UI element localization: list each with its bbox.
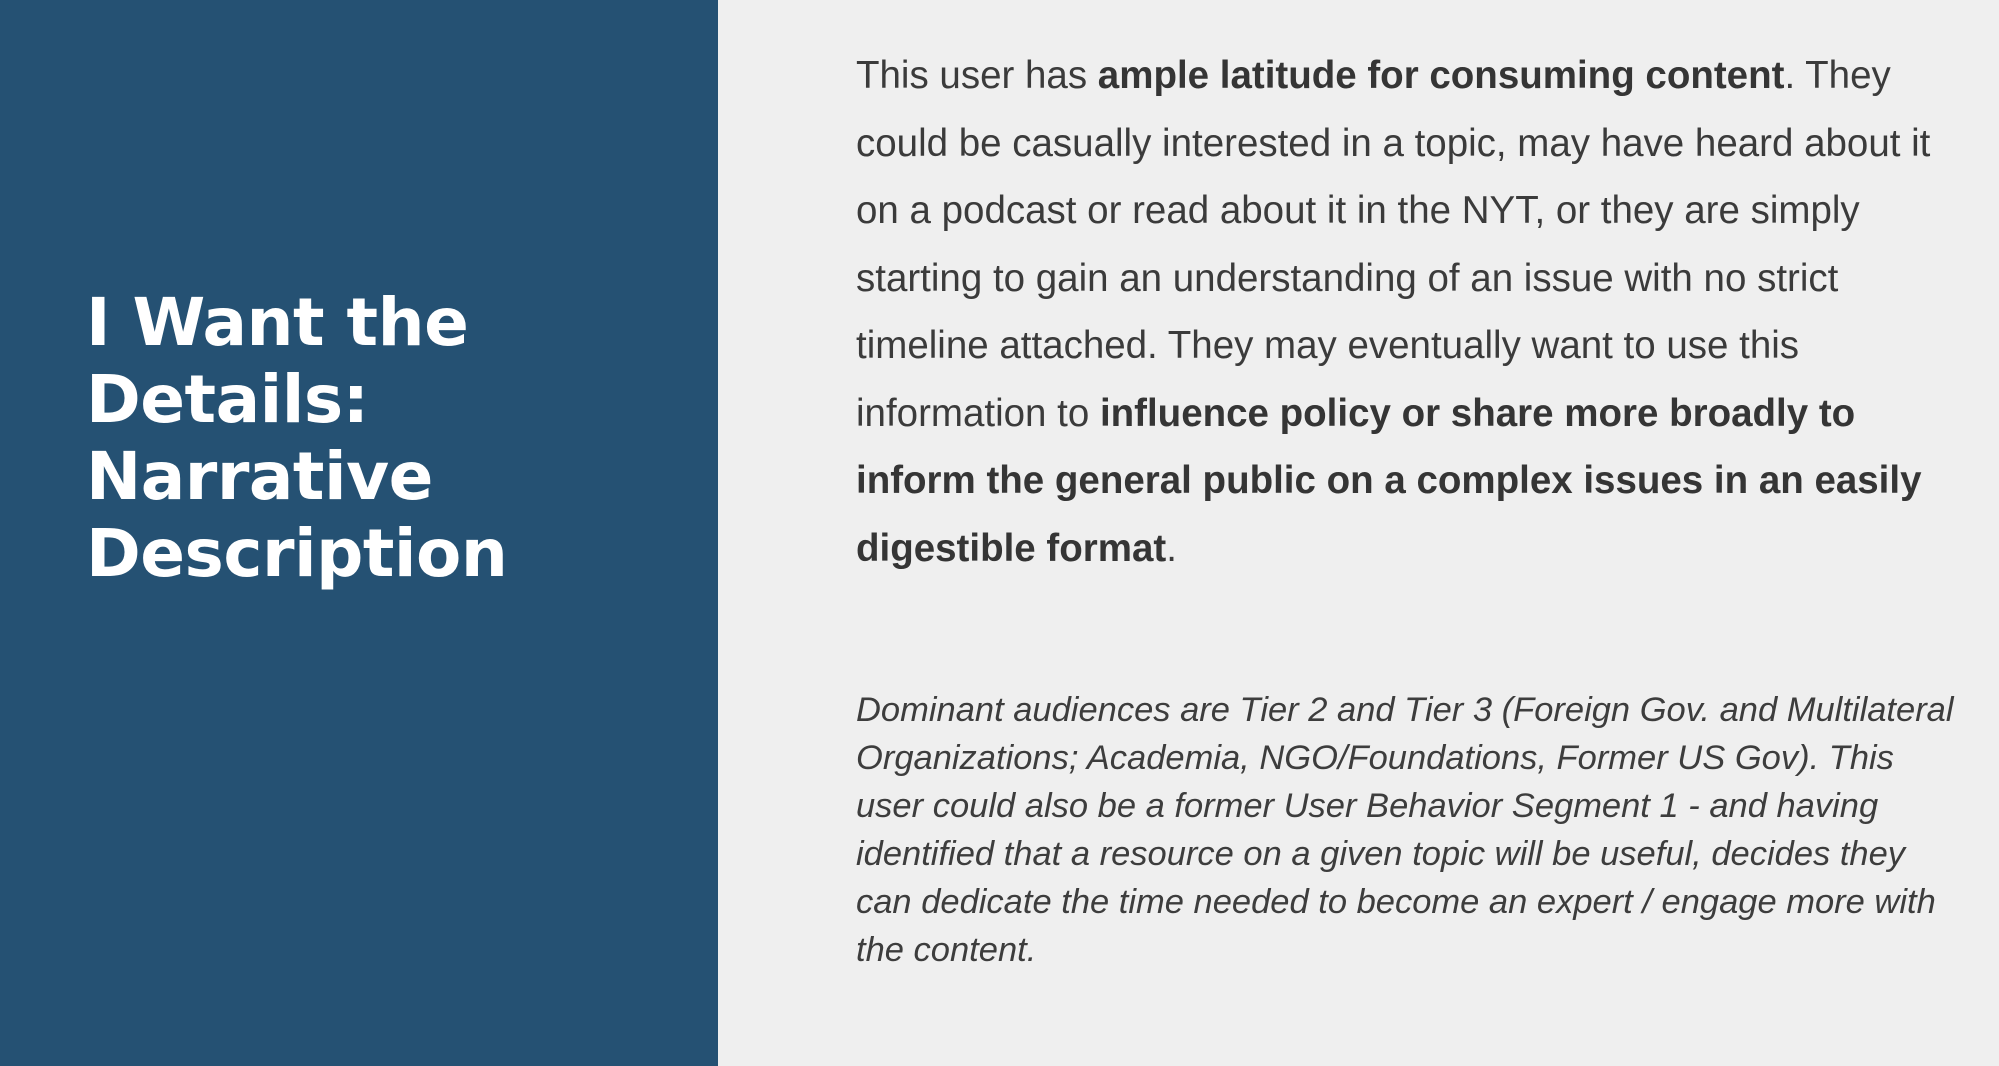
slide: I Want the Details: Narrative Descriptio… <box>0 0 1999 1066</box>
paragraph-bold-1: ample latitude for consuming content <box>1097 54 1785 97</box>
page-title: I Want the Details: Narrative Descriptio… <box>86 284 646 592</box>
content-panel: This user has ample latitude for consumi… <box>718 0 1999 1066</box>
title-line-4: Description <box>86 515 508 592</box>
title-line-2: Details: <box>86 361 369 438</box>
title-line-3: Narrative <box>86 438 433 515</box>
paragraph-text-3: . <box>1166 526 1177 570</box>
paragraph-text-1: This user has <box>856 54 1098 97</box>
title-line-1: I Want the <box>86 284 469 361</box>
audience-note: Dominant audiences are Tier 2 and Tier 3… <box>856 691 1954 969</box>
title-panel: I Want the Details: Narrative Descriptio… <box>0 0 718 1066</box>
narrative-paragraph: This user has ample latitude for consumi… <box>856 42 1946 582</box>
paragraph-text-2: . They could be casually interested in a… <box>856 54 1931 435</box>
